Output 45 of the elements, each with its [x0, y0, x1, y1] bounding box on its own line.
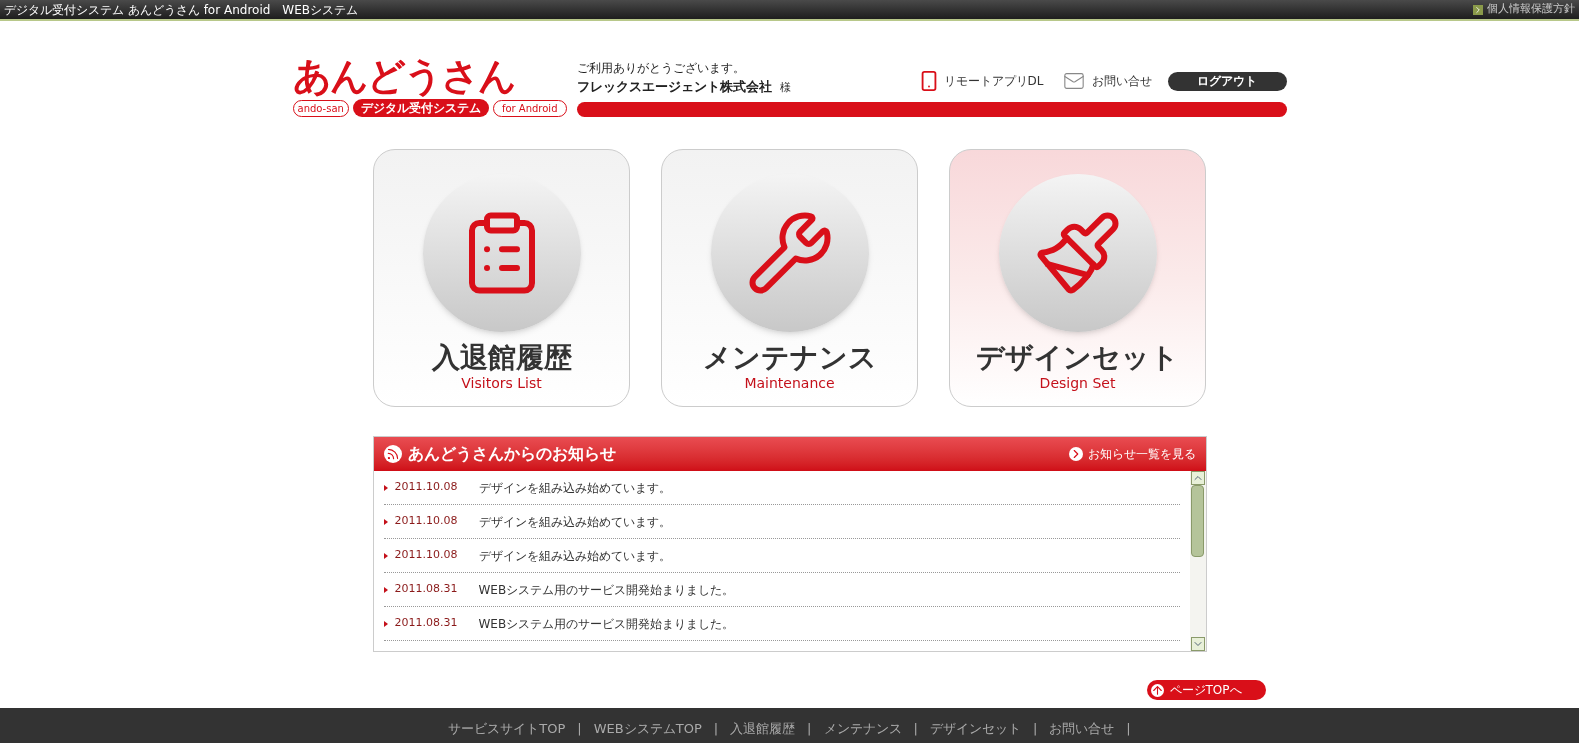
subtitle-label: デジタル受付システム — [352, 99, 489, 117]
card-subtitle: Visitors List — [461, 375, 542, 393]
news-more-link[interactable]: お知らせ一覧を見る — [1068, 445, 1196, 463]
privacy-link[interactable]: 個人情報保護方針 — [1473, 1, 1575, 18]
news-date: 2011.08.31 — [394, 615, 459, 632]
greeting-text: ご利用ありがとうございます。 — [576, 59, 746, 77]
card-title: メンテナンス — [702, 340, 877, 375]
page-top-button[interactable]: ページTOPへ — [1146, 680, 1266, 700]
menu-card[interactable]: 入退館履歴 Visitors List — [373, 149, 630, 407]
footer-link[interactable]: デザインセット — [929, 718, 1021, 739]
logout-button[interactable]: ログアウト — [1167, 71, 1287, 91]
platform-label: for Android — [492, 99, 567, 117]
header-link[interactable]: お問い合せ — [1059, 70, 1152, 92]
footer-separator: | — [713, 719, 719, 738]
news-item-link[interactable]: デザインを組み込み始めています。 — [478, 512, 671, 531]
footer-link[interactable]: サービスサイトTOP — [448, 718, 566, 739]
footer-separator: | — [1032, 719, 1038, 738]
news-item-link[interactable]: デザインを組み込み始めています。 — [478, 546, 671, 565]
logo-text: あんどうさん — [292, 57, 515, 95]
menu-card[interactable]: デザインセット Design Set — [949, 149, 1206, 407]
card-title: デザインセット — [976, 340, 1179, 375]
menu-card[interactable]: メンテナンス Maintenance — [661, 149, 918, 407]
news-date: 2011.10.08 — [394, 547, 459, 564]
news-title: あんどうさんからのお知らせ — [407, 443, 616, 465]
footer-separator: | — [913, 719, 918, 738]
footer-link[interactable]: メンテナンス — [823, 718, 902, 739]
footer-separator: | — [807, 719, 812, 738]
footer-link[interactable]: WEBシステムTOP — [593, 718, 702, 739]
news-date: 2011.08.31 — [394, 581, 459, 598]
footer-separator: | — [1126, 719, 1131, 738]
card-subtitle: Maintenance — [744, 375, 835, 393]
card-subtitle: Design Set — [1039, 375, 1116, 393]
card-title: 入退館履歴 — [431, 340, 572, 375]
news-item-link[interactable]: デザインを組み込み始めています。 — [478, 478, 671, 497]
news-item-link[interactable]: WEBシステム用のサービス開発始まりました。 — [478, 580, 735, 599]
header-link[interactable]: リモートアプリDL — [917, 70, 1044, 92]
news-date: 2011.10.08 — [394, 479, 459, 496]
footer-link[interactable]: お問い合せ — [1049, 718, 1115, 739]
window-title: デジタル受付システム あんどうさん for Android WEBシステム — [4, 3, 359, 16]
company-name: フレックスエージェント株式会社 — [576, 77, 772, 96]
footer-separator: | — [577, 719, 582, 738]
news-item-link[interactable]: WEBシステム用のサービス開発始まりました。 — [478, 614, 735, 633]
honorific-text: 様 — [779, 79, 791, 96]
footer-link[interactable]: 入退館履歴 — [730, 718, 796, 739]
news-date: 2011.10.08 — [394, 513, 459, 530]
